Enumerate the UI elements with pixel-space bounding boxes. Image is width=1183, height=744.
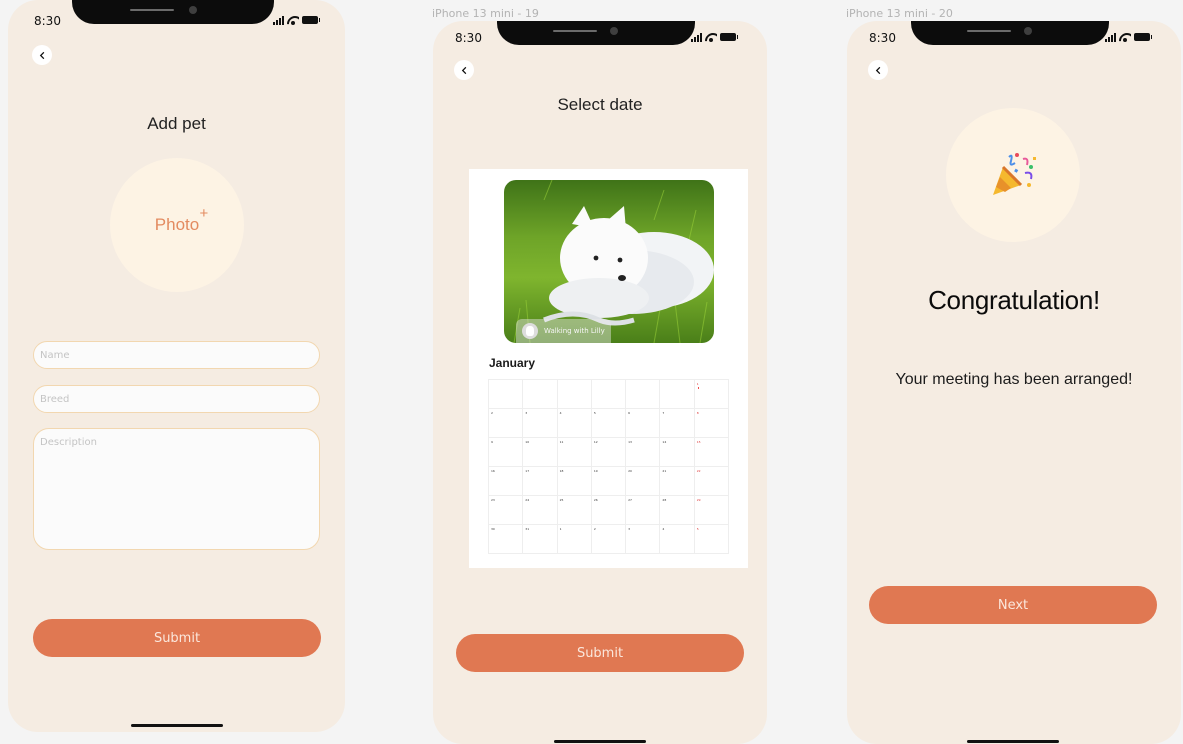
calendar-day[interactable]: 5 [590, 408, 627, 438]
status-icons [273, 15, 320, 25]
calendar-day[interactable]: 28 [659, 495, 695, 525]
home-indicator [131, 724, 223, 727]
notch [72, 0, 274, 24]
calendar-day[interactable]: 29 [693, 495, 729, 525]
calendar-day[interactable]: 31 [522, 524, 558, 554]
back-chevron-icon [875, 66, 880, 74]
notch [497, 21, 695, 45]
calendar-day[interactable] [488, 379, 524, 409]
back-chevron-icon [461, 66, 466, 74]
submit-button[interactable]: Submit [33, 619, 321, 657]
plus-icon: + [199, 205, 209, 222]
battery-icon [720, 33, 738, 41]
calendar-day[interactable]: 20 [625, 466, 661, 496]
frame-label: iPhone 13 mini - 20 [846, 7, 953, 20]
calendar-day[interactable]: 15 [693, 437, 729, 467]
calendar-day[interactable]: 1 [556, 524, 592, 554]
signal-icon [691, 32, 702, 42]
calendar-day[interactable]: 24 [522, 495, 558, 525]
photo-label: Photo + [154, 205, 209, 234]
wifi-icon [287, 15, 299, 25]
calendar-day[interactable]: 13 [625, 437, 661, 467]
description-input[interactable]: Description [33, 428, 320, 550]
home-indicator [967, 740, 1059, 743]
confetti-badge [946, 108, 1080, 242]
congrats-heading: Congratulation! [928, 285, 1100, 315]
wifi-icon [705, 32, 717, 42]
calendar-day[interactable]: 25 [556, 495, 592, 525]
status-time: 8:30 [455, 31, 482, 45]
back-button[interactable] [32, 45, 52, 65]
home-indicator [554, 740, 646, 743]
dog-photo: Walking with Lilly [504, 180, 714, 343]
back-button[interactable] [868, 60, 888, 80]
calendar-day[interactable]: 4 [659, 524, 695, 554]
page-title: Add pet [147, 114, 206, 133]
frame-label: iPhone 13 mini - 19 [432, 7, 539, 20]
walk-caption: Walking with Lilly [544, 327, 605, 335]
calendar-day[interactable]: 23 [488, 495, 524, 525]
calendar-day[interactable]: 3 [625, 524, 661, 554]
calendar-day[interactable] [556, 379, 592, 409]
breed-input[interactable]: Breed [33, 385, 320, 413]
phone-add-pet: 8:30 Add pet Photo + Name Breed Descript… [8, 0, 345, 732]
calendar-day[interactable]: 14 [659, 437, 695, 467]
calendar-day[interactable]: 10 [522, 437, 558, 467]
calendar-day[interactable]: 30 [488, 524, 524, 554]
page-title: Select date [557, 95, 643, 114]
calendar-day[interactable]: 6 [625, 408, 661, 438]
wifi-icon [1119, 32, 1131, 42]
date-picker-card: Walking with Lilly January 1 2 3 4 5 6 7 [469, 169, 748, 568]
calendar-day[interactable]: 5 [693, 524, 729, 554]
calendar-day[interactable]: 17 [522, 466, 558, 496]
party-popper-icon [993, 153, 1036, 195]
pet-avatar [522, 323, 538, 339]
calendar-day[interactable]: 19 [590, 466, 627, 496]
status-time: 8:30 [34, 14, 61, 28]
calendar-day[interactable]: 8 [693, 408, 729, 438]
phone-congratulation: 8:30 Congratulation! Your meeting has be… [847, 21, 1181, 744]
calendar-day[interactable]: 1 [693, 379, 729, 409]
calendar-month: January [489, 356, 536, 370]
status-icons [691, 32, 738, 42]
calendar-day[interactable] [522, 379, 558, 409]
signal-icon [1105, 32, 1116, 42]
back-chevron-icon [39, 51, 44, 59]
name-input[interactable]: Name [33, 341, 320, 369]
submit-button[interactable]: Submit [456, 634, 744, 672]
calendar-day[interactable]: 27 [625, 495, 661, 525]
calendar-day[interactable]: 4 [556, 408, 592, 438]
calendar-day[interactable] [625, 379, 661, 409]
battery-icon [1134, 33, 1152, 41]
calendar-day[interactable]: 9 [488, 437, 524, 467]
back-button[interactable] [454, 60, 474, 80]
calendar-day[interactable]: 18 [556, 466, 592, 496]
calendar-day[interactable]: 11 [556, 437, 592, 467]
calendar-day[interactable]: 21 [659, 466, 695, 496]
phone-select-date: 8:30 Select date Walking with Lilly Janu… [433, 21, 767, 744]
calendar-day[interactable] [590, 379, 627, 409]
battery-icon [302, 16, 320, 24]
add-photo-button[interactable]: Photo + [110, 158, 244, 292]
calendar-day[interactable]: 7 [659, 408, 695, 438]
walk-caption-pill: Walking with Lilly [516, 319, 611, 343]
calendar-grid: 1 2 3 4 5 6 7 8 9 10 11 12 13 14 15 16 1… [488, 373, 729, 554]
calendar-day[interactable]: 12 [590, 437, 627, 467]
calendar-day[interactable]: 2 [488, 408, 524, 438]
calendar-day[interactable]: 3 [522, 408, 558, 438]
calendar-day[interactable]: 2 [590, 524, 627, 554]
calendar-day[interactable]: 16 [488, 466, 524, 496]
status-time: 8:30 [869, 31, 896, 45]
next-button[interactable]: Next [869, 586, 1157, 624]
calendar-day[interactable]: 26 [590, 495, 627, 525]
calendar-day[interactable] [659, 379, 695, 409]
signal-icon [273, 15, 284, 25]
calendar-day[interactable]: 22 [693, 466, 729, 496]
congrats-message: Your meeting has been arranged! [895, 371, 1133, 388]
status-icons [1105, 32, 1152, 42]
notch [911, 21, 1109, 45]
